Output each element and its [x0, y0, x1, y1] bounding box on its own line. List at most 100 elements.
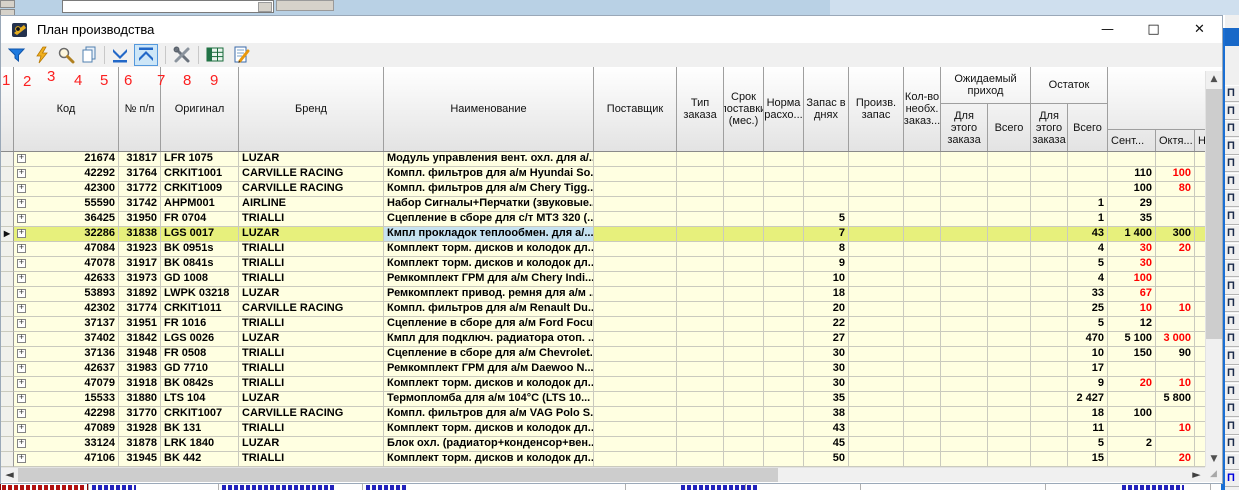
- row-indicator[interactable]: [1, 287, 14, 302]
- cell-brand[interactable]: LUZAR: [239, 437, 384, 452]
- table-row[interactable]: +1553331880LTS 104LUZARТермопломба для а…: [1, 392, 1222, 407]
- cell-brand[interactable]: TRIALLI: [239, 347, 384, 362]
- cell-prod-stock[interactable]: [849, 257, 904, 272]
- cell-remainder-total[interactable]: 18: [1068, 407, 1108, 422]
- cell-month-september[interactable]: 100: [1108, 182, 1156, 197]
- cell-supplier[interactable]: [594, 407, 677, 422]
- table-row[interactable]: +4707831917BK 0841sTRIALLIКомплект торм.…: [1, 257, 1222, 272]
- cell-original[interactable]: CRKIT1009: [161, 182, 239, 197]
- cell-month-september[interactable]: [1108, 362, 1156, 377]
- cell-remainder-total[interactable]: 5: [1068, 437, 1108, 452]
- cell-expected-for-order[interactable]: [941, 392, 988, 407]
- cell-remainder-total[interactable]: [1068, 167, 1108, 182]
- cell-brand[interactable]: CARVILLE RACING: [239, 407, 384, 422]
- cell-brand[interactable]: TRIALLI: [239, 212, 384, 227]
- cell-month-october[interactable]: [1156, 272, 1195, 287]
- table-row[interactable]: +4708931928BK 131TRIALLIКомплект торм. д…: [1, 422, 1222, 437]
- cell-order-type[interactable]: [677, 182, 724, 197]
- background-grid-row[interactable]: П: [1225, 470, 1239, 487]
- cell-supplier[interactable]: [594, 362, 677, 377]
- cell-brand[interactable]: TRIALLI: [239, 272, 384, 287]
- cell-supplier[interactable]: [594, 152, 677, 167]
- cell-month-october[interactable]: [1156, 437, 1195, 452]
- cell-brand[interactable]: TRIALLI: [239, 317, 384, 332]
- cell-consumption-rate[interactable]: [764, 452, 804, 467]
- cell-consumption-rate[interactable]: [764, 317, 804, 332]
- cell-month-october[interactable]: 10: [1156, 377, 1195, 392]
- background-grid-row[interactable]: П: [1225, 453, 1239, 470]
- cell-supplier[interactable]: [594, 257, 677, 272]
- background-grid-row[interactable]: П: [1225, 365, 1239, 382]
- expand-button[interactable]: +: [17, 424, 26, 433]
- cell-original[interactable]: LTS 104: [161, 392, 239, 407]
- cell-delivery-term[interactable]: [724, 272, 764, 287]
- cell-name[interactable]: Сцепление в сборе для с/т МТЗ 320 (...: [384, 212, 594, 227]
- cell-qty-needed[interactable]: [904, 182, 941, 197]
- cell-kod[interactable]: +42637: [14, 362, 119, 377]
- background-grid-row[interactable]: П: [1225, 330, 1239, 347]
- cell-order-type[interactable]: [677, 452, 724, 467]
- cell-remainder-total[interactable]: [1068, 152, 1108, 167]
- cell-expected-for-order[interactable]: [941, 272, 988, 287]
- background-grid-row[interactable]: П: [1225, 260, 1239, 277]
- background-grid-row[interactable]: П: [1225, 313, 1239, 330]
- cell-delivery-term[interactable]: [724, 362, 764, 377]
- cell-order-type[interactable]: [677, 152, 724, 167]
- cell-brand[interactable]: CARVILLE RACING: [239, 167, 384, 182]
- background-grid-row[interactable]: П: [1225, 208, 1239, 225]
- cell-consumption-rate[interactable]: [764, 392, 804, 407]
- header-group-remainder[interactable]: Остаток: [1031, 67, 1108, 104]
- table-row[interactable]: +4230031772CRKIT1009CARVILLE RACINGКомпл…: [1, 182, 1222, 197]
- cell-remainder-for-order[interactable]: [1031, 332, 1068, 347]
- cell-name[interactable]: Ремкомплект ГРМ для а/м Daewoo N...: [384, 362, 594, 377]
- cell-month-september[interactable]: 2: [1108, 437, 1156, 452]
- cell-original[interactable]: BK 442: [161, 452, 239, 467]
- row-indicator[interactable]: [1, 407, 14, 422]
- background-grid-row[interactable]: П: [1225, 383, 1239, 400]
- cell-original[interactable]: BK 0841s: [161, 257, 239, 272]
- cell-supplier[interactable]: [594, 317, 677, 332]
- cell-supplier[interactable]: [594, 302, 677, 317]
- cell-month-october[interactable]: [1156, 152, 1195, 167]
- cell-original[interactable]: BK 131: [161, 422, 239, 437]
- cell-supplier[interactable]: [594, 452, 677, 467]
- cell-remainder-total[interactable]: 4: [1068, 272, 1108, 287]
- cell-consumption-rate[interactable]: [764, 257, 804, 272]
- scroll-down-button[interactable]: ▼: [1206, 451, 1222, 467]
- cell-month-september[interactable]: 20: [1108, 377, 1156, 392]
- cell-qty-needed[interactable]: [904, 287, 941, 302]
- cell-month-september[interactable]: [1108, 152, 1156, 167]
- expand-button[interactable]: +: [17, 304, 26, 313]
- cell-qty-needed[interactable]: [904, 272, 941, 287]
- cell-delivery-term[interactable]: [724, 227, 764, 242]
- table-row[interactable]: +3713731951FR 1016TRIALLIСцепление в сбо…: [1, 317, 1222, 332]
- cell-consumption-rate[interactable]: [764, 437, 804, 452]
- cell-consumption-rate[interactable]: [764, 242, 804, 257]
- cell-delivery-term[interactable]: [724, 167, 764, 182]
- table-row[interactable]: +3713631948FR 0508TRIALLIСцепление в сбо…: [1, 347, 1222, 362]
- cell-expected-for-order[interactable]: [941, 287, 988, 302]
- header-month-october[interactable]: Октя...: [1156, 129, 1195, 151]
- cell-remainder-total[interactable]: 10: [1068, 347, 1108, 362]
- cell-supplier[interactable]: [594, 287, 677, 302]
- cell-expected-for-order[interactable]: [941, 317, 988, 332]
- cell-qty-needed[interactable]: [904, 332, 941, 347]
- cell-remainder-for-order[interactable]: [1031, 242, 1068, 257]
- cell-prod-stock[interactable]: [849, 212, 904, 227]
- cell-brand[interactable]: LUZAR: [239, 152, 384, 167]
- cell-prod-stock[interactable]: [849, 407, 904, 422]
- cell-consumption-rate[interactable]: [764, 407, 804, 422]
- cell-expected-total[interactable]: [988, 422, 1031, 437]
- table-row[interactable]: +4263331973GD 1008TRIALLIРемкомплект ГРМ…: [1, 272, 1222, 287]
- cell-order-type[interactable]: [677, 317, 724, 332]
- cell-remainder-total[interactable]: 33: [1068, 287, 1108, 302]
- header-consumption-rate[interactable]: Норма расхо...: [764, 67, 804, 151]
- cell-supplier[interactable]: [594, 332, 677, 347]
- cell-stock-days[interactable]: 8: [804, 242, 849, 257]
- cell-expected-for-order[interactable]: [941, 242, 988, 257]
- cell-npp[interactable]: 31945: [119, 452, 161, 467]
- cell-prod-stock[interactable]: [849, 332, 904, 347]
- cell-npp[interactable]: 31928: [119, 422, 161, 437]
- cell-prod-stock[interactable]: [849, 392, 904, 407]
- cell-original[interactable]: CRKIT1007: [161, 407, 239, 422]
